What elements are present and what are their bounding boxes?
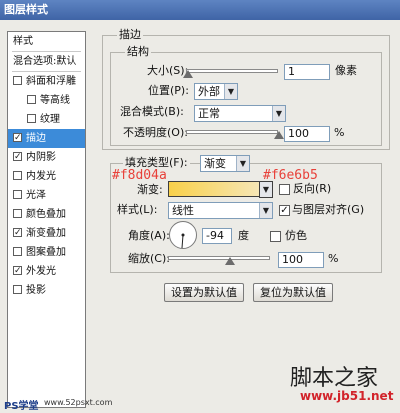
window-title: 图层样式 <box>0 0 400 20</box>
angle-unit: 度 <box>238 229 249 242</box>
sidebar-item[interactable]: ✓ 内阴影 <box>8 148 85 167</box>
blend-options-item[interactable]: 混合选项:默认 <box>8 52 85 71</box>
watermark-right: 脚本之家 <box>290 366 379 391</box>
size-unit: 像素 <box>335 64 357 77</box>
check-icon: ✓ <box>280 205 289 216</box>
angle-input[interactable]: -94 <box>202 228 232 244</box>
sidebar-item[interactable]: 等高线 <box>8 91 85 110</box>
sidebar-item-checkbox[interactable] <box>13 76 22 85</box>
watermark-left: PS学堂 <box>4 401 39 412</box>
sidebar-item-label: 渐变叠加 <box>26 228 66 239</box>
opacity-unit: % <box>334 126 345 139</box>
sidebar-item-label: 内阴影 <box>26 152 56 163</box>
size-slider[interactable] <box>186 69 278 73</box>
opacity-slider[interactable] <box>186 130 278 134</box>
gradient-label: 渐变: <box>137 183 163 196</box>
sidebar-item[interactable]: 投影 <box>8 281 85 300</box>
sidebar-item-label: 投影 <box>26 285 46 296</box>
color-annotation-1: #f8d04a <box>112 168 167 183</box>
check-icon: ✓ <box>14 152 22 162</box>
sidebar-item-label: 图案叠加 <box>26 247 66 258</box>
scale-slider[interactable] <box>168 256 270 260</box>
chevron-down-icon: ▼ <box>259 203 272 218</box>
sidebar-item[interactable]: 颜色叠加 <box>8 205 85 224</box>
style-label: 样式(L): <box>117 203 158 216</box>
check-icon: ✓ <box>14 266 22 276</box>
sidebar-item-checkbox[interactable] <box>27 95 36 104</box>
structure-title: 结构 <box>125 45 151 58</box>
chevron-down-icon: ▼ <box>260 182 272 197</box>
opacity-input[interactable]: 100 <box>284 126 330 142</box>
check-icon: ✓ <box>14 133 22 143</box>
sidebar-item-checkbox[interactable] <box>13 247 22 256</box>
watermark-left-url: www.52psxt.com <box>44 398 113 407</box>
sidebar-item-checkbox[interactable]: ✓ <box>13 266 22 276</box>
chevron-down-icon: ▼ <box>272 106 285 121</box>
opacity-slider-thumb[interactable] <box>274 131 284 139</box>
sidebar-item-checkbox[interactable]: ✓ <box>13 152 22 162</box>
sidebar-item-checkbox[interactable] <box>27 114 36 123</box>
sidebar-item-label: 纹理 <box>40 114 60 125</box>
scale-unit: % <box>328 252 339 265</box>
position-value: 外部 <box>198 85 220 98</box>
reverse-checkbox[interactable] <box>279 184 290 195</box>
check-icon: ✓ <box>14 228 22 238</box>
size-input[interactable]: 1 <box>284 64 330 80</box>
styles-header[interactable]: 样式 <box>8 32 85 51</box>
position-select[interactable]: 外部 ▼ <box>194 83 238 100</box>
chevron-down-icon: ▼ <box>224 84 237 99</box>
sidebar-item[interactable]: 纹理 <box>8 110 85 129</box>
sidebar-item[interactable]: ✓ 外发光 <box>8 262 85 281</box>
sidebar-item-checkbox[interactable]: ✓ <box>13 133 22 143</box>
dither-label: 仿色 <box>285 229 307 242</box>
gradient-swatch[interactable] <box>168 181 260 197</box>
sidebar-item[interactable]: 内发光 <box>8 167 85 186</box>
position-label: 位置(P): <box>148 84 189 97</box>
angle-dial[interactable] <box>168 220 198 250</box>
sidebar-item-label: 内发光 <box>26 171 56 182</box>
sidebar-item-label: 斜面和浮雕 <box>26 76 76 87</box>
scale-slider-thumb[interactable] <box>225 257 235 265</box>
align-with-layer-label: 与图层对齐(G) <box>292 203 365 216</box>
set-default-button[interactable]: 设置为默认值 <box>164 283 244 302</box>
fill-type-select[interactable]: 渐变 ▼ <box>200 155 250 172</box>
sidebar-item[interactable]: 斜面和浮雕 <box>8 72 85 91</box>
style-value: 线性 <box>172 204 194 217</box>
sidebar-item[interactable]: 图案叠加 <box>8 243 85 262</box>
gradient-picker-button[interactable]: ▼ <box>259 181 273 198</box>
watermark-right-url: www.jb51.net <box>300 389 394 403</box>
style-select[interactable]: 线性 ▼ <box>168 202 273 219</box>
sidebar-item[interactable]: 光泽 <box>8 186 85 205</box>
sidebar-item-checkbox[interactable] <box>13 171 22 180</box>
styles-list: 样式 混合选项:默认 斜面和浮雕等高线纹理 ✓ 描边 ✓ 内阴影内发光光泽颜色叠加 ✓ 渐变… <box>7 31 86 408</box>
dither-checkbox[interactable] <box>270 231 281 242</box>
scale-label: 缩放(C): <box>128 252 170 265</box>
size-slider-thumb[interactable] <box>183 70 193 78</box>
reset-default-button[interactable]: 复位为默认值 <box>253 283 333 302</box>
reverse-label: 反向(R) <box>293 182 332 195</box>
angle-label: 角度(A): <box>128 229 170 242</box>
sidebar-item-checkbox[interactable] <box>13 209 22 218</box>
opacity-label: 不透明度(O): <box>123 126 188 139</box>
sidebar-item-checkbox[interactable] <box>13 285 22 294</box>
sidebar-item-checkbox[interactable]: ✓ <box>13 228 22 238</box>
sidebar-item[interactable]: ✓ 描边 <box>8 129 85 148</box>
chevron-down-icon: ▼ <box>236 156 249 171</box>
align-with-layer-checkbox[interactable]: ✓ <box>279 205 290 216</box>
scale-input[interactable]: 100 <box>278 252 324 268</box>
sidebar-item-label: 外发光 <box>26 266 56 277</box>
fill-type-value: 渐变 <box>204 157 226 170</box>
sidebar-item-checkbox[interactable] <box>13 190 22 199</box>
blend-mode-label: 混合模式(B): <box>120 105 184 118</box>
sidebar-item-label: 等高线 <box>40 95 70 106</box>
sidebar-item[interactable]: ✓ 渐变叠加 <box>8 224 85 243</box>
sidebar-item-label: 光泽 <box>26 190 46 201</box>
blend-mode-value: 正常 <box>198 107 220 120</box>
blend-mode-select[interactable]: 正常 ▼ <box>194 105 286 122</box>
sidebar-item-label: 描边 <box>26 133 46 144</box>
stroke-title: 描边 <box>117 28 143 41</box>
sidebar-item-label: 颜色叠加 <box>26 209 66 220</box>
